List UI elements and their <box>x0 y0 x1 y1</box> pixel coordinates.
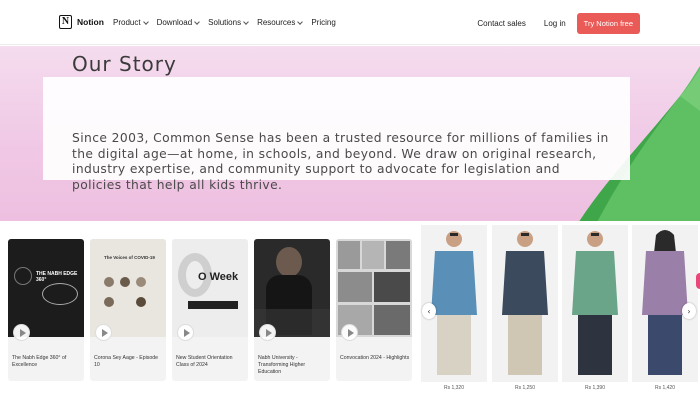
class-banner <box>188 301 238 309</box>
product-price: Rs 1,420 <box>654 385 675 391</box>
chevron-down-icon <box>142 18 149 25</box>
menu-label: Pricing <box>311 18 336 27</box>
ring-graphic <box>42 283 78 305</box>
product-price: Rs 1,390 <box>584 385 605 391</box>
contact-sales-link[interactable]: Contact sales <box>477 19 525 28</box>
notion-logo-icon: N <box>59 15 72 29</box>
main-menu: Product Download Solutions Resources Pri… <box>113 18 345 27</box>
play-icon[interactable] <box>341 324 358 341</box>
brand-logo[interactable]: N Notion <box>59 15 104 29</box>
video-card[interactable]: Convocation 2024 - Highlights <box>336 239 412 381</box>
play-icon[interactable] <box>259 324 276 341</box>
product-image <box>492 225 558 382</box>
play-icon[interactable] <box>177 324 194 341</box>
video-card[interactable]: O Week New Student Orientation Class of … <box>172 239 248 381</box>
speaker-avatar <box>120 277 130 287</box>
speaker-head <box>276 247 302 277</box>
menu-item-product[interactable]: Product <box>113 18 149 27</box>
collage-tile <box>362 241 384 269</box>
menu-label: Download <box>156 18 193 27</box>
video-thumbnail: THE NABH EDGE 360° <box>8 239 84 337</box>
play-icon[interactable] <box>13 324 30 341</box>
emblem-icon <box>14 267 32 285</box>
video-card[interactable]: The Voices of COVID-19 Corona Sey Aage -… <box>90 239 166 381</box>
video-card[interactable]: Nabh University - Transforming Higher Ed… <box>254 239 330 381</box>
video-caption: Convocation 2024 - Highlights <box>340 355 410 361</box>
product-image <box>562 225 628 382</box>
menu-label: Solutions <box>208 18 242 27</box>
speaker-avatar <box>104 277 114 287</box>
collage-tile <box>338 272 372 302</box>
page: N Notion Product Download Solutions Reso… <box>0 0 700 400</box>
top-nav: N Notion Product Download Solutions Reso… <box>0 0 700 45</box>
video-caption: Corona Sey Aage - Episode 10 <box>94 355 159 368</box>
chevron-down-icon <box>243 18 249 25</box>
video-thumbnail: The Voices of COVID-19 <box>90 239 166 337</box>
video-caption: The Nabh Edge 360° of Excellence <box>12 355 67 368</box>
story-title: Our Story <box>72 52 177 76</box>
product-price: Rs 1,250 <box>514 385 535 391</box>
collage-tile <box>338 241 360 269</box>
chevron-down-icon <box>194 18 200 25</box>
menu-item-resources[interactable]: Resources <box>257 18 304 27</box>
speaker-avatar <box>136 297 146 307</box>
menu-label: Resources <box>257 18 296 27</box>
brand-name: Notion <box>77 17 104 27</box>
menu-item-download[interactable]: Download <box>157 18 200 27</box>
video-thumbnail <box>336 239 412 337</box>
side-tab[interactable] <box>696 273 700 289</box>
speaker-avatar <box>104 297 114 307</box>
product-price: Rs 1,320 <box>443 385 464 391</box>
carousel-next-button[interactable]: › <box>682 303 696 319</box>
login-link[interactable]: Log in <box>544 19 566 28</box>
collage-tile <box>386 241 410 269</box>
thumb-text: O Week <box>198 271 239 283</box>
video-card[interactable]: THE NABH EDGE 360° The Nabh Edge 360° of… <box>8 239 84 381</box>
collage-tile <box>374 305 410 335</box>
nav-actions: Contact sales Log in Try Notion free <box>477 13 640 34</box>
menu-item-pricing[interactable]: Pricing <box>311 18 335 27</box>
collage-tile <box>374 272 410 302</box>
chevron-down-icon <box>297 18 304 25</box>
product-card[interactable] <box>492 225 558 382</box>
video-thumbnail <box>254 239 330 337</box>
thumb-text: THE NABH EDGE 360° <box>36 271 78 283</box>
menu-label: Product <box>113 18 141 27</box>
video-caption: Nabh University - Transforming Higher Ed… <box>258 355 306 375</box>
speaker-avatar <box>136 277 146 287</box>
video-thumbnail: O Week <box>172 239 248 337</box>
story-body: Since 2003, Common Sense has been a trus… <box>72 131 609 192</box>
product-card[interactable] <box>562 225 628 382</box>
thumb-text: The Voices of COVID-19 <box>104 255 155 260</box>
play-icon[interactable] <box>95 324 112 341</box>
menu-item-solutions[interactable]: Solutions <box>208 18 249 27</box>
product-carousel: Rs 1,320 Rs 1,250 Rs 1,390 Rs 1,420 ‹ › <box>421 225 700 400</box>
video-caption: New Student Orientation Class of 2024 <box>176 355 233 368</box>
try-free-button[interactable]: Try Notion free <box>576 13 640 34</box>
video-carousel: THE NABH EDGE 360° The Nabh Edge 360° of… <box>8 239 412 381</box>
carousel-prev-button[interactable]: ‹ <box>422 303 436 319</box>
